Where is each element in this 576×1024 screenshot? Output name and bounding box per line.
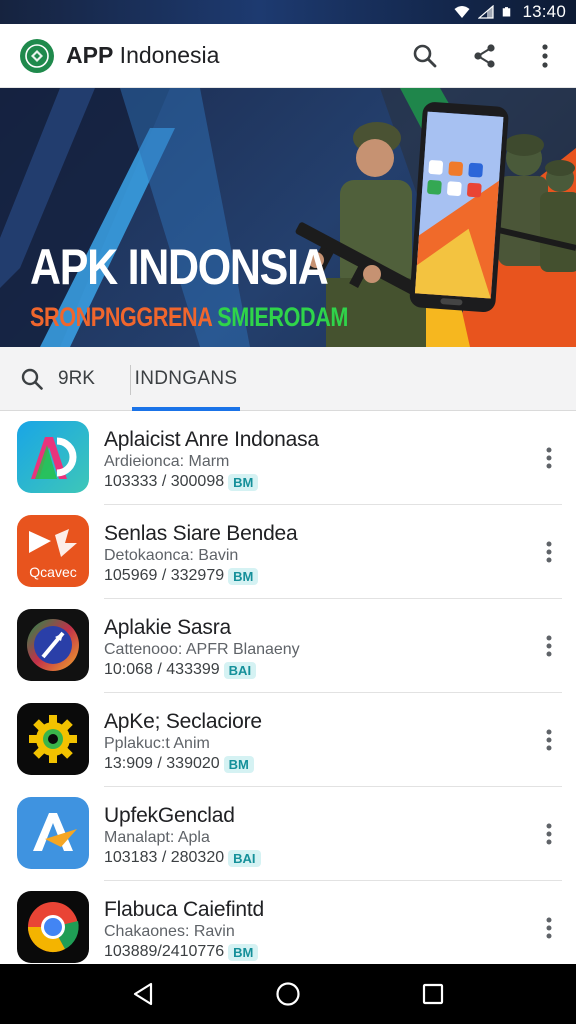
more-vert-icon	[546, 729, 552, 751]
app-stats: 103889/2410776 BM	[104, 943, 259, 961]
item-more-button[interactable]	[536, 814, 562, 854]
app-icon-1	[17, 421, 89, 493]
item-more-button[interactable]	[536, 532, 562, 572]
app-stats-value: 103889/2410776	[104, 943, 225, 960]
app-name: ApKe; Seclaciore	[104, 710, 262, 733]
app-stats-value: 10:068 / 433399	[104, 661, 220, 678]
app-name: Aplaicist Anre Indonasa	[104, 428, 319, 451]
app-icon-5	[17, 797, 89, 869]
item-more-button[interactable]	[536, 626, 562, 666]
system-nav-bar	[0, 964, 576, 1024]
more-vert-icon	[546, 917, 552, 939]
item-more-button[interactable]	[536, 438, 562, 478]
app-screen: 13:40 APP Indonesia APK INDONSIA SRONPNG…	[0, 0, 576, 1024]
status-bar: 13:40	[0, 0, 576, 24]
more-vert-icon	[546, 541, 552, 563]
app-icon-3	[17, 609, 89, 681]
nav-back-button[interactable]	[119, 970, 167, 1018]
nav-recents-button[interactable]	[409, 970, 457, 1018]
app-name: Flabuca Caiefintd	[104, 898, 265, 921]
status-time: 13:40	[522, 2, 566, 21]
signal-icon	[478, 5, 495, 19]
app-developer: Ardieionca: Marm	[104, 453, 230, 470]
app-badge: BAI	[228, 849, 261, 867]
banner-subtitle: SRONPNGGRENA SMIERODAM	[30, 302, 348, 333]
app-name: UpfekGenclad	[104, 804, 235, 827]
app-title: APP Indonesia	[66, 42, 219, 69]
app-icon-4	[17, 703, 89, 775]
app-stats-value: 105969 / 332979	[104, 567, 225, 584]
item-more-button[interactable]	[536, 720, 562, 760]
app-stats: 10:068 / 433399 BAI	[104, 661, 257, 679]
tab-row: 9RK INDNGANS	[0, 347, 576, 411]
overflow-menu-button[interactable]	[524, 35, 566, 77]
banner-headline: APK INDONSIA	[30, 239, 329, 295]
item-more-button[interactable]	[536, 908, 562, 948]
app-stats-value: 103183 / 280320	[104, 849, 225, 866]
banner-subtitle-part1: SRONPNGGRENA	[30, 302, 218, 332]
recents-square-icon	[423, 983, 444, 1005]
list-item[interactable]: Qcavec Senlas Siare Bendea Detokaonca: B…	[0, 505, 576, 599]
search-button[interactable]	[404, 35, 446, 77]
app-stats-value: 103333 / 300098	[104, 473, 225, 490]
svg-text:Qcavec: Qcavec	[29, 564, 76, 580]
more-vert-icon	[546, 823, 552, 845]
app-developer: Pplakuc:t Anim	[104, 735, 210, 752]
share-button[interactable]	[464, 35, 506, 77]
search-icon	[413, 44, 437, 67]
app-stats: 103333 / 300098 BM	[104, 473, 259, 491]
app-name: Aplakie Sasra	[104, 616, 231, 639]
more-vert-icon	[546, 635, 552, 657]
list-item[interactable]: Aplaicist Anre Indonasa Ardieionca: Marm…	[0, 411, 576, 505]
app-badge: BM	[228, 943, 259, 961]
app-title-rest: Indonesia	[113, 42, 220, 68]
app-stats: 105969 / 332979 BM	[104, 567, 259, 585]
app-developer: Detokaonca: Bavin	[104, 547, 239, 564]
app-name: Senlas Siare Bendea	[104, 522, 298, 545]
app-bar: APP Indonesia	[0, 24, 576, 88]
back-triangle-icon	[133, 982, 152, 1006]
share-icon	[474, 43, 495, 68]
search-icon	[21, 368, 43, 390]
list-item[interactable]: ApKe; Seclaciore Pplakuc:t Anim 13:909 /…	[0, 693, 576, 787]
app-title-brand: APP	[66, 42, 114, 68]
battery-icon	[503, 7, 511, 17]
app-badge: BAI	[223, 661, 257, 679]
app-badge: BM	[228, 567, 259, 585]
app-developer: Chakaones: Ravin	[104, 923, 235, 940]
app-developer: Manalapt: Apla	[104, 829, 210, 846]
app-stats: 103183 / 280320 BAI	[104, 849, 261, 867]
list-item[interactable]: Aplakie Sasra Cattenooo: APFR Blanaeny 1…	[0, 599, 576, 693]
promo-banner[interactable]: APK INDONSIA SRONPNGGRENA SMIERODAM	[0, 88, 576, 347]
app-bar-actions	[404, 35, 566, 77]
tab-search-label: 9RK	[58, 368, 95, 389]
nav-home-button[interactable]	[264, 970, 312, 1018]
app-icon-6	[17, 891, 89, 963]
more-vert-icon	[546, 447, 552, 469]
app-list: Aplaicist Anre Indonasa Ardieionca: Marm…	[0, 411, 576, 964]
tab-indonesia-label: INDNGANS	[134, 368, 238, 389]
more-vert-icon	[542, 43, 548, 68]
app-logo-icon	[20, 38, 54, 73]
list-item[interactable]: Flabuca Caiefintd Chakaones: Ravin 10388…	[0, 881, 576, 964]
home-circle-icon	[276, 982, 300, 1006]
app-icon-2: Qcavec	[17, 515, 89, 587]
app-badge: BM	[228, 473, 259, 491]
tab-divider	[130, 365, 131, 395]
wifi-icon	[454, 6, 470, 18]
tab-indonesia[interactable]: INDNGANS	[132, 347, 240, 411]
app-developer: Cattenooo: APFR Blanaeny	[104, 641, 300, 658]
banner-subtitle-part2: SMIERODAM	[217, 302, 349, 332]
app-badge: BM	[223, 755, 254, 773]
list-item[interactable]: UpfekGenclad Manalapt: Apla 103183 / 280…	[0, 787, 576, 881]
tab-search[interactable]: 9RK	[20, 347, 95, 411]
app-stats-value: 13:909 / 339020	[104, 755, 220, 772]
app-stats: 13:909 / 339020 BM	[104, 755, 254, 773]
